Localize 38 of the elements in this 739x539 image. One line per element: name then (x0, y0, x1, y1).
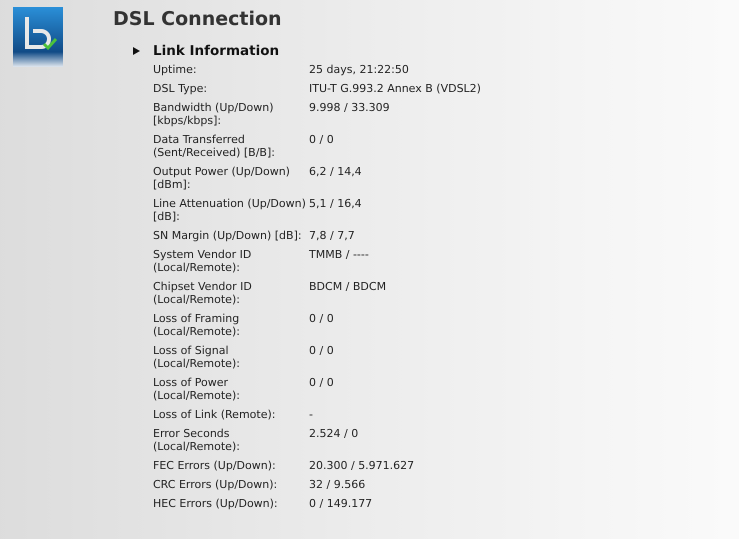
expand-triangle-icon[interactable] (133, 47, 140, 55)
field-label: Chipset Vendor ID (Local/Remote): (153, 280, 253, 306)
field-label: Loss of Signal (Local/Remote): (153, 344, 241, 370)
field-value: 32 / 9.566 (309, 478, 366, 491)
field-label: SN Margin (Up/Down) [dB]: (153, 229, 303, 242)
field-label: Error Seconds (Local/Remote): (153, 427, 241, 453)
field-label: HEC Errors (Up/Down): (153, 497, 279, 510)
field-value: 0 / 0 (309, 312, 334, 327)
field-label: Line Attenuation (Up/Down) [dB]: (153, 197, 307, 223)
field-value: 2.524 / 0 (309, 427, 358, 442)
field-value: 6,2 / 14,4 (309, 165, 362, 180)
field-value: 0 / 0 (309, 376, 334, 391)
field-value: 0 / 0 (309, 344, 334, 359)
field-value: 25 days, 21:22:50 (309, 63, 409, 76)
field-label: DSL Type: (153, 82, 208, 95)
field-value: ITU-T G.993.2 Annex B (VDSL2) (309, 82, 481, 95)
field-value: 0 / 149.177 (309, 497, 372, 510)
field-label: Loss of Link (Remote): (153, 408, 276, 421)
field-value: BDCM / BDCM (309, 280, 386, 295)
field-value: 9.998 / 33.309 (309, 101, 390, 116)
field-value: 5,1 / 16,4 (309, 197, 362, 212)
logo-icon (13, 7, 63, 67)
section-title: Link Information (153, 43, 280, 59)
field-value: 0 / 0 (309, 133, 334, 148)
field-label: Output Power (Up/Down) [dBm]: (153, 165, 291, 191)
field-label: Loss of Framing (Local/Remote): (153, 312, 241, 338)
field-label: FEC Errors (Up/Down): (153, 459, 277, 472)
field-value: 7,8 / 7,7 (309, 229, 355, 242)
field-label: Data Transferred (Sent/Received) [B/B]: (153, 133, 276, 159)
field-value: - (309, 408, 313, 421)
page-title: DSL Connection (113, 8, 283, 30)
field-value: 20.300 / 5.971.627 (309, 459, 414, 472)
field-label: Uptime: (153, 63, 198, 76)
field-label: Loss of Power (Local/Remote): (153, 376, 241, 402)
field-label: Bandwidth (Up/Down) [kbps/kbps]: (153, 101, 275, 127)
field-value: TMMB / ---- (309, 248, 369, 263)
field-label: System Vendor ID (Local/Remote): (153, 248, 252, 274)
field-label: CRC Errors (Up/Down): (153, 478, 278, 491)
